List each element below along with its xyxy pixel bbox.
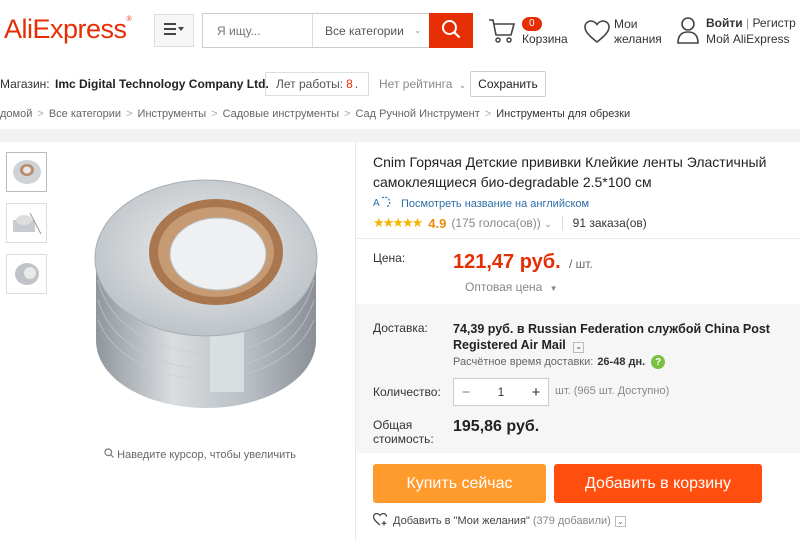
- add-to-wishlist-link[interactable]: Добавить в "Мои желания" (379 добавили) …: [372, 512, 626, 529]
- store-rating-dropdown[interactable]: Нет рейтинга ⌄: [379, 77, 466, 91]
- thumbnail-3[interactable]: [6, 254, 47, 294]
- breadcrumb-tools[interactable]: Инструменты: [138, 108, 207, 120]
- rating-score: 4.9: [428, 215, 447, 231]
- product-price: 121,47 руб.: [453, 251, 561, 273]
- price-label: Цена:: [373, 251, 406, 265]
- cart-link[interactable]: 0 Корзина: [488, 14, 568, 48]
- wholesale-label: Оптовая цена: [465, 280, 543, 294]
- search-category-label: Все категории: [325, 23, 404, 38]
- price-unit: / шт.: [569, 257, 593, 271]
- votes-count: (175 голоса(ов)): [451, 216, 541, 230]
- total-label: Общая стоимость:: [373, 418, 434, 446]
- help-icon[interactable]: ?: [651, 355, 666, 369]
- years-label: Лет работы:: [276, 77, 344, 91]
- breadcrumb-all-categories[interactable]: Все категории: [49, 108, 121, 120]
- quantity-input[interactable]: 1: [478, 385, 524, 399]
- heart-icon: [584, 20, 610, 47]
- breadcrumb-garden-hand-tools[interactable]: Сад Ручной Инструмент: [355, 108, 479, 120]
- add-wishlist-text: Добавить в "Мои желания": [393, 515, 530, 527]
- store-name-link[interactable]: Imc Digital Technology Company Ltd.: [55, 77, 269, 91]
- register-link[interactable]: Регистр: [752, 16, 795, 30]
- user-icon: [677, 16, 699, 47]
- breadcrumb-current: Инструменты для обрезки: [496, 108, 631, 120]
- plus-icon[interactable]: +: [524, 379, 548, 405]
- store-rating-label: Нет рейтинга: [379, 77, 453, 91]
- delivery-time: Расчётное время доставки: 26-48 дн. ?: [453, 355, 666, 369]
- delivery-time-value: 26-48 дн.: [597, 356, 646, 368]
- save-store-button[interactable]: Сохранить: [470, 71, 546, 97]
- delivery-info[interactable]: 74,39 руб. в Russian Federation службой …: [453, 321, 798, 353]
- caret-down-icon: ▼: [549, 284, 558, 293]
- chevron-down-icon[interactable]: ⌄: [573, 341, 585, 353]
- minus-icon[interactable]: −: [454, 379, 478, 405]
- translate-title-link[interactable]: A Посмотреть название на английском: [373, 195, 589, 212]
- category-menu-button[interactable]: [154, 14, 194, 47]
- wishlist-label-line1: Мои: [614, 17, 638, 31]
- logo-text: AliExpress: [4, 14, 127, 44]
- translate-link-text: Посмотреть название на английском: [401, 197, 590, 210]
- chevron-down-icon: ⌄: [544, 219, 552, 229]
- wholesale-price-dropdown[interactable]: Оптовая цена ▼: [465, 280, 558, 294]
- account-menu[interactable]: Войти | Регистр Мой AliExpress: [675, 14, 800, 48]
- magnifier-icon: [104, 448, 114, 461]
- search-button[interactable]: [429, 13, 473, 48]
- votes-dropdown[interactable]: (175 голоса(ов)) ⌄: [451, 216, 551, 230]
- chevron-down-icon[interactable]: ⌄: [614, 515, 626, 527]
- aliexpress-logo[interactable]: AliExpress®: [4, 14, 132, 45]
- cart-count-badge: 0: [522, 17, 542, 31]
- zoom-hint: Наведите курсор, чтобы увеличить: [104, 448, 296, 461]
- delivery-label: Доставка:: [373, 321, 428, 335]
- search-icon: [441, 19, 461, 42]
- wishlist-label-line2: желания: [614, 32, 662, 46]
- delivery-time-label: Расчётное время доставки:: [453, 356, 594, 368]
- rating-stars-icon: ★★★★★: [373, 215, 423, 230]
- delivery-text: 74,39 руб. в Russian Federation службой …: [453, 322, 770, 352]
- breadcrumb-garden-tools[interactable]: Садовые инструменты: [223, 108, 339, 120]
- years-value: 8: [346, 77, 353, 91]
- thumbnail-2[interactable]: [6, 203, 47, 243]
- translate-icon: A: [373, 195, 395, 212]
- quantity-stepper: − 1 +: [453, 378, 549, 406]
- search-input[interactable]: [203, 14, 313, 47]
- login-link[interactable]: Войти: [706, 16, 743, 30]
- svg-text:A: A: [373, 198, 380, 209]
- wishlist-count: (379 добавили): [532, 515, 611, 527]
- product-title: Cnim Горячая Детские прививки Клейкие ле…: [373, 154, 767, 190]
- store-label: Магазин:: [0, 77, 50, 91]
- cart-icon: [488, 18, 516, 47]
- section-divider: [0, 129, 800, 142]
- breadcrumb-home[interactable]: домой: [0, 108, 32, 120]
- total-price: 195,86 руб.: [453, 418, 540, 435]
- orders-count: 91 заказа(ов): [561, 216, 647, 230]
- my-aliexpress-link[interactable]: Мой AliExpress: [706, 32, 790, 46]
- wishlist-link[interactable]: Мои желания: [584, 16, 674, 50]
- quantity-label: Количество:: [373, 385, 441, 399]
- product-rating: ★★★★★ 4.9 (175 голоса(ов)) ⌄ 91 заказа(о…: [373, 215, 647, 231]
- chevron-down-icon: ⌄: [458, 80, 467, 90]
- logo-registered-mark: ®: [126, 16, 132, 23]
- cart-label: Корзина: [522, 32, 568, 46]
- stock-available: шт. (965 шт. Доступно): [555, 385, 670, 397]
- zoom-hint-text: Наведите курсор, чтобы увеличить: [117, 449, 296, 461]
- buy-now-button[interactable]: Купить сейчас: [373, 464, 546, 503]
- add-to-cart-button[interactable]: Добавить в корзину: [554, 464, 762, 503]
- breadcrumb: домой > Все категории > Инструменты > Садовые …: [0, 108, 631, 120]
- chevron-down-icon: ⌄: [413, 25, 422, 35]
- thumbnail-1[interactable]: [6, 152, 47, 192]
- product-main-image[interactable]: [78, 170, 336, 410]
- hamburger-icon: [164, 23, 184, 38]
- heart-plus-icon: [372, 512, 388, 529]
- store-years-badge: Лет работы: 8 .: [265, 72, 370, 96]
- info-divider: [356, 238, 800, 239]
